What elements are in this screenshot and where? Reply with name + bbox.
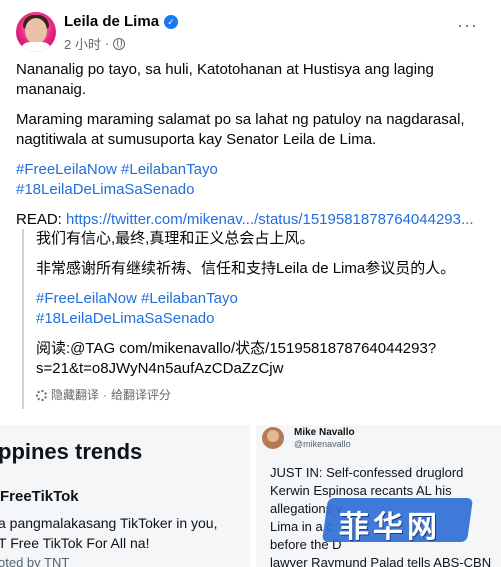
post-body: Nananalig po tayo, sa huli, Katotohanan …	[16, 60, 491, 240]
author-avatar[interactable]	[16, 12, 56, 52]
trends-title: ppines trends	[0, 439, 143, 464]
trends-screenshot: ppines trends FreeTikTok a pangmalakasan…	[0, 425, 250, 567]
translation-hashtag-line-1[interactable]: #FreeLeilaNow #LeilabanTayo	[36, 290, 238, 307]
trend-description: a pangmalakasang TikToker in you, T Free…	[0, 513, 217, 553]
hashtag-line-1[interactable]: #FreeLeilaNow #LeilabanTayo	[16, 161, 218, 178]
post-header: Leila de Lima ✓ 2 小时 · ···	[16, 12, 486, 52]
translation-hashtag-line-2[interactable]: #18LeilaDeLimaSaSenado	[36, 310, 214, 327]
tweet-line: lawyer Raymund Palad tells ABS-CBN	[270, 555, 492, 567]
more-options-icon[interactable]: ···	[457, 16, 478, 34]
read-label: READ:	[16, 211, 67, 228]
translation-line-1: 我们有信心,最终,真理和正义总会占上风。	[36, 230, 315, 247]
translation-block: 我们有信心,最终,真理和正义总会占上风。 非常感谢所有继续祈祷、信任和支持Lei…	[22, 229, 494, 409]
post-read-line: READ: https://twitter.com/mikenav.../sta…	[16, 210, 491, 230]
trend-desc-line-1: a pangmalakasang TikToker in you,	[0, 515, 218, 531]
facebook-post: Leila de Lima ✓ 2 小时 · ··· Nananalig po …	[0, 0, 501, 425]
hide-translation-link[interactable]: 隐藏翻译	[51, 385, 99, 405]
post-paragraph-1: Nananalig po tayo, sa huli, Katotohanan …	[16, 61, 434, 98]
trend-name: FreeTikTok	[0, 488, 79, 505]
watermark-text: 菲华网	[339, 510, 441, 545]
verified-badge-icon: ✓	[164, 14, 179, 29]
site-watermark-logo: 菲华网	[321, 490, 474, 550]
tweet-author-name: Mike Navallo	[294, 427, 355, 438]
hashtag-line-2[interactable]: #18LeilaDeLimaSaSenado	[16, 181, 194, 198]
separator: ·	[103, 388, 108, 402]
dot-separator: ·	[104, 36, 110, 51]
translation-hashtags: #FreeLeilaNow #LeilabanTayo #18LeilaDeLi…	[36, 289, 494, 329]
translation-line-2: 非常感谢所有继续祈祷、信任和支持Leila de Lima参议员的人。	[36, 260, 456, 277]
rate-translation-link[interactable]: 给翻译评分	[111, 385, 171, 405]
translation-read-line-2: s=21&t=o8JWyN4n5aufAzCDaZzCjw	[36, 360, 284, 377]
tweet-author-handle: @mikenavallo	[294, 439, 351, 449]
post-paragraph-2: Maraming maraming salamat po sa lahat ng…	[16, 111, 465, 148]
gear-icon	[36, 389, 47, 401]
post-hashtags: #FreeLeilaNow #LeilabanTayo #18LeilaDeLi…	[16, 160, 491, 200]
trend-desc-line-2: T Free TikTok For All na!	[0, 535, 150, 551]
post-timestamp[interactable]: 2 小时	[64, 34, 101, 53]
translation-read: 阅读:@TAG com/mikenavallo/状态/1519581878764…	[36, 339, 494, 379]
author-name[interactable]: Leila de Lima	[64, 13, 159, 30]
tweet-author-avatar	[262, 427, 284, 449]
tweet-line: JUST IN: Self-confessed druglord	[270, 465, 464, 480]
globe-icon	[113, 37, 126, 50]
read-link[interactable]: https://twitter.com/mikenav.../status/15…	[66, 211, 473, 228]
trend-promoted: oted by TNT	[0, 555, 70, 567]
translation-read-line-1: 阅读:@TAG com/mikenavallo/状态/1519581878764…	[36, 340, 437, 357]
translation-actions: 隐藏翻译 · 给翻译评分	[36, 385, 494, 405]
